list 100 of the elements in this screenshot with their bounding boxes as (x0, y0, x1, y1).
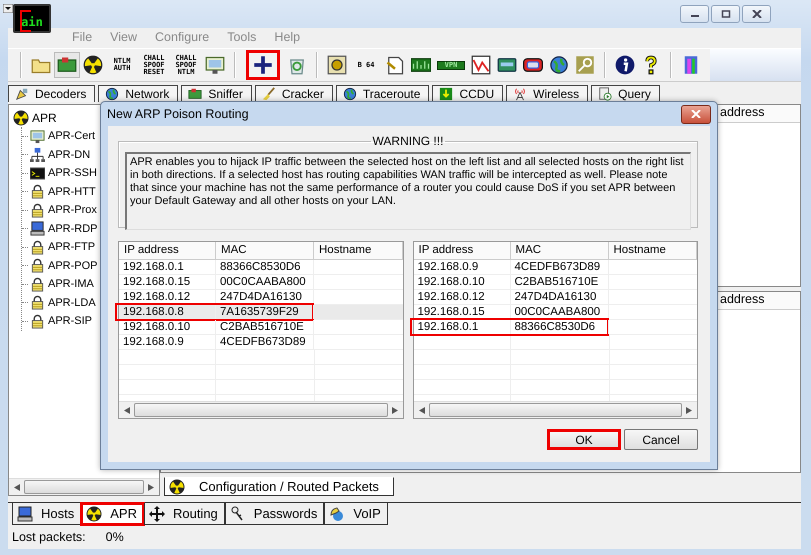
graph-icon (411, 55, 431, 75)
antenna-icon (513, 87, 528, 101)
card-icon (497, 55, 517, 75)
column-header[interactable]: MAC (510, 242, 608, 259)
network-card-icon (57, 55, 77, 75)
tree-item[interactable]: APR-LDA (30, 293, 96, 312)
tree-item-label: APR (32, 110, 57, 124)
tree-item-label: APR-Prox (48, 204, 97, 216)
tree-item[interactable]: APR-POP (30, 256, 98, 276)
horizontal-scrollbar[interactable] (414, 401, 697, 418)
network-icon (30, 147, 45, 162)
dialog-title: New ARP Poison Routing (107, 107, 249, 121)
tab[interactable]: CCDU (432, 85, 504, 102)
radiation-icon (83, 55, 103, 75)
lock-icon (30, 295, 45, 310)
scroll-right-icon[interactable] (148, 484, 154, 490)
tab[interactable]: Cracker (254, 85, 333, 102)
lock-icon (30, 314, 45, 329)
column-header[interactable]: Hostname (608, 242, 697, 259)
tree-item[interactable]: APR-Cert (30, 126, 96, 146)
lock-icon (30, 258, 45, 274)
mac-cell: 88366C8530D6 (510, 320, 608, 334)
scroll-left-icon[interactable] (14, 484, 20, 490)
scroll-left-icon[interactable] (124, 406, 130, 414)
info-icon (615, 55, 635, 75)
radiation-icon (86, 506, 102, 522)
monitor-icon (205, 55, 225, 75)
tab[interactable]: Decoders (8, 85, 96, 102)
mac-cell: C2BAB516710E (216, 320, 314, 334)
tab[interactable]: APR (81, 503, 144, 525)
mac-cell: 88366C8530D6 (216, 260, 314, 274)
mac-cell: 4CEDFB673D89 (510, 260, 608, 274)
ip-cell: 192.168.0.12 (119, 290, 216, 304)
tree-item-label: APR-IMA (48, 278, 94, 290)
scroll-right-icon[interactable] (392, 406, 398, 414)
radiation-icon (13, 110, 29, 126)
globe-icon (549, 55, 569, 75)
scroll-right-icon[interactable] (686, 406, 692, 414)
close-button[interactable] (742, 5, 771, 23)
dialog-button[interactable]: OK (547, 429, 621, 450)
tree-item[interactable]: APR-SSH (30, 164, 97, 183)
warning-text: APR enables you to hijack IP traffic between the selected host on the left list and all selected hosts on the right list in both directions. If a selected host has routing capabilities WAN traffic will be intercepted as well. Please note that since your machine has not the same performance of a router you could cause DoS if you set APR between your Default Gateway and all other hosts on your LAN. (125, 152, 691, 230)
broom-icon (262, 87, 276, 101)
tab[interactable]: Passwords (224, 503, 324, 525)
tree-item[interactable]: APR-SIP (30, 312, 92, 331)
status-value: 0% (106, 530, 124, 544)
tree-item[interactable]: APR-DN (30, 145, 90, 164)
column-header[interactable]: IP address (414, 242, 510, 259)
mac-cell: 4CEDFB673D89 (216, 335, 314, 349)
tree-item[interactable]: APR-HTT (30, 182, 96, 202)
lock-icon (30, 202, 45, 218)
tab[interactable]: Wireless (506, 85, 588, 102)
tab[interactable]: VoIP (324, 503, 388, 525)
ip-cell: 192.168.0.15 (414, 305, 510, 319)
tab[interactable]: Sniffer (181, 85, 252, 102)
tree-item-label: APR-FTP (48, 241, 96, 254)
column-header[interactable]: MAC (216, 242, 314, 259)
ip-cell: 192.168.0.12 (414, 290, 510, 304)
toolbar-button[interactable] (54, 52, 80, 78)
warning-title: WARNING !!! (372, 134, 444, 148)
computer-icon (30, 221, 45, 236)
chart-icon (471, 55, 491, 75)
ip-cell: 192.168.0.10 (119, 320, 216, 334)
dialog-button[interactable]: Cancel (624, 429, 698, 450)
tree-item[interactable]: APR-RDP (30, 219, 98, 238)
mac-cell: 247D4DA16130 (510, 290, 608, 304)
mac-cell: 00C0CAABA800 (510, 305, 608, 319)
tab[interactable]: Traceroute (336, 85, 430, 102)
lock-icon (30, 276, 45, 292)
tree-item[interactable]: APR-FTP (30, 238, 96, 257)
horizontal-scrollbar[interactable] (119, 401, 402, 418)
column-header[interactable]: Hostname (314, 242, 402, 259)
mac-cell: 7A1635739F29 (216, 305, 314, 319)
horizontal-scrollbar[interactable] (9, 478, 159, 495)
ip-cell: 192.168.0.15 (119, 275, 216, 289)
ip-cell: 192.168.0.9 (119, 335, 216, 349)
radiation-icon (169, 478, 185, 494)
tree-item-label: APR-SSH (48, 167, 97, 180)
tree-item[interactable]: APR-Prox (30, 200, 97, 220)
ip-cell: 192.168.0.1 (119, 260, 216, 274)
tab[interactable]: Hosts (12, 503, 82, 525)
minimize-button[interactable] (680, 5, 709, 23)
tab[interactable]: Query (591, 85, 660, 102)
maximize-button[interactable] (711, 5, 740, 23)
column-header[interactable]: IP address (119, 242, 216, 259)
maximize-icon (720, 10, 730, 18)
capsule-icon (523, 55, 543, 75)
tab[interactable]: Routing (144, 503, 225, 525)
system-menu-icon[interactable] (3, 4, 13, 13)
toolbar-button[interactable] (246, 50, 280, 80)
computer-icon (17, 506, 33, 522)
ip-cell: 192.168.0.8 (119, 305, 216, 319)
network-card-icon (188, 87, 202, 101)
tab[interactable]: Network (98, 85, 178, 102)
close-button[interactable] (681, 104, 711, 124)
tree-item[interactable]: APR-IMA (30, 274, 94, 294)
tab[interactable]: Configuration / Routed Packets (164, 477, 394, 496)
ip-cell: 192.168.0.10 (414, 275, 510, 289)
scroll-left-icon[interactable] (418, 406, 424, 414)
tree-item-label: APR-Cert (48, 130, 96, 142)
